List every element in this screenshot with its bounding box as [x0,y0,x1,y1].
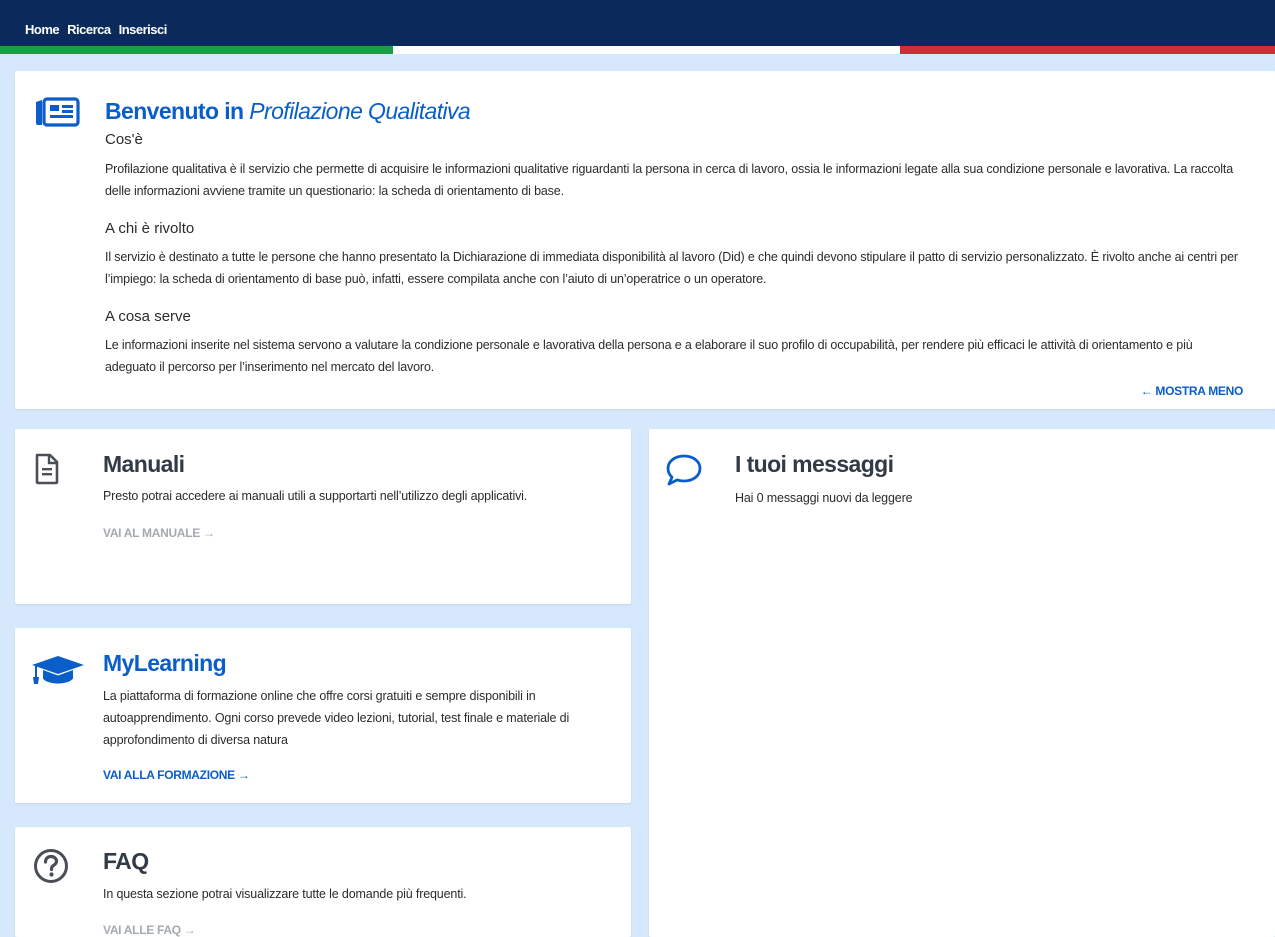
flag-stripe-green [0,46,393,54]
faq-description: In questa sezione potrai visualizzare tu… [103,887,467,901]
mylearning-description: La piattaforma di formazione online che … [103,689,570,747]
section-heading-a-chi-e-rivolto: A chi è rivolto [105,220,195,237]
messaggi-description: Hai 0 messaggi nuovi da leggere [735,491,913,505]
manuali-title: Manuali [103,451,185,477]
faq-card: FAQ In questa sezione potrai visualizzar… [15,827,631,937]
welcome-title: Benvenuto in Profilazione Qualitativa [105,98,471,125]
document-icon [34,453,60,490]
nav-home-link[interactable]: Home [25,22,60,37]
newspaper-icon [33,96,81,133]
manuali-link[interactable]: VAI AL MANUALE → [103,526,215,540]
section-text-a-cosa-serve: Le informazioni inserite nel sistema ser… [105,338,1193,374]
faq-link[interactable]: VAI ALLE FAQ → [103,923,196,937]
mylearning-link[interactable]: VAI ALLA FORMAZIONE → [103,768,250,782]
flag-stripe-white [393,46,900,54]
nav-ricerca-link[interactable]: Ricerca [67,22,111,37]
welcome-card: Benvenuto in Profilazione Qualitativa Co… [15,71,1275,409]
manuali-card: Manuali Presto potrai accedere ai manual… [15,429,631,604]
graduation-cap-icon [31,655,85,690]
messaggi-card: I tuoi messaggi Hai 0 messaggi nuovi da … [649,429,1275,937]
mylearning-card: MyLearning La piattaforma di formazione … [15,628,631,803]
welcome-title-app-name: Profilazione Qualitativa [249,98,471,124]
messaggi-title: I tuoi messaggi [735,451,894,477]
manuali-description: Presto potrai accedere ai manuali utili … [103,489,528,503]
question-circle-icon [33,848,69,889]
top-navbar: Home Ricerca Inserisci [0,0,1275,46]
flag-stripe-red [900,46,1275,54]
faq-title: FAQ [103,848,149,874]
mylearning-title: MyLearning [103,650,227,676]
section-text-cos-e: Profilazione qualitativa è il servizio c… [105,162,1234,198]
section-heading-cos-e: Cos'è [105,131,143,148]
chat-bubble-icon [665,452,703,493]
show-less-link[interactable]: ← MOSTRA MENO [1141,384,1244,398]
nav-inserisci-link[interactable]: Inserisci [119,22,168,37]
section-text-a-chi-e-rivolto: Il servizio è destinato a tutte le perso… [105,250,1238,286]
main-nav: Home Ricerca Inserisci [25,22,167,37]
section-heading-a-cosa-serve: A cosa serve [105,308,191,325]
welcome-title-prefix: Benvenuto in [105,98,244,124]
